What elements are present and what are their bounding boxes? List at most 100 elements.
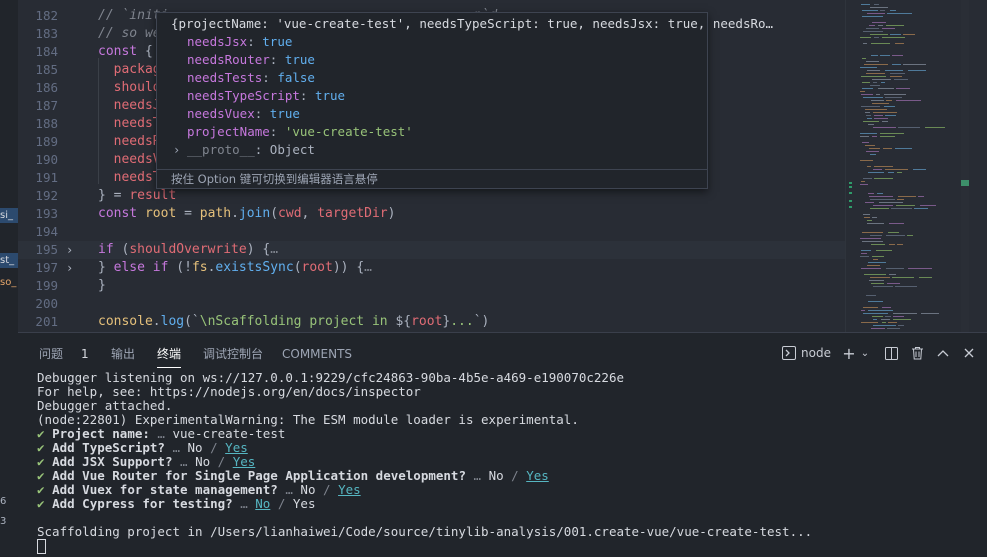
explorer-item[interactable]: si_ [0, 208, 18, 223]
minimap-stroke [876, 250, 892, 251]
add-terminal-icon[interactable]: + [841, 344, 857, 363]
minimap-stroke [868, 193, 874, 194]
terminal-prompt-line[interactable] [37, 539, 977, 554]
minimap-stroke [870, 208, 889, 209]
minimap-stroke [887, 328, 900, 329]
property-value: false [277, 70, 315, 85]
code-line[interactable]: 192} = result [18, 187, 863, 205]
expand-arrow-icon[interactable]: › [173, 141, 180, 159]
minimap-stroke [885, 97, 902, 98]
terminal-line: ✔ Add Vue Router for Single Page Applica… [37, 468, 549, 483]
minimap-stroke [866, 115, 871, 116]
minimap-stroke [887, 13, 912, 14]
minimap-stroke [861, 250, 871, 251]
hover-property-row[interactable]: needsTests: false [187, 69, 315, 87]
minimap-stroke [881, 82, 885, 83]
minimap-stroke [880, 136, 895, 137]
editor-scrollbar[interactable] [961, 0, 969, 332]
minimap-stroke [919, 277, 932, 278]
hover-property-row[interactable]: needsJsx: true [187, 33, 292, 51]
minimap-stroke [885, 70, 903, 71]
hover-footer-hint: 按住 Option 键可切换到编辑器语言悬停 [171, 172, 378, 186]
minimap-change-marker [849, 182, 852, 184]
terminal-output[interactable]: Debugger listening on ws://127.0.0.1:922… [37, 371, 977, 554]
property-key: needsJsx [187, 34, 248, 49]
code-line[interactable]: 197 ›} else if (!fs.existsSync(root)) {… [18, 259, 863, 277]
minimap-stroke [862, 82, 870, 83]
hover-property-row[interactable]: needsRouter: true [187, 51, 315, 69]
minimap-stroke [861, 310, 865, 311]
terminal-line: (node:22801) ExperimentalWarning: The ES… [37, 412, 579, 427]
fold-chevron-icon[interactable]: › [66, 259, 73, 277]
tab-debug-console[interactable]: 调试控制台 [203, 346, 263, 362]
minimap-stroke [889, 274, 896, 275]
code-line[interactable]: 199} [18, 277, 863, 295]
tab-comments[interactable]: COMMENTS [282, 346, 352, 362]
minimap-stroke [880, 10, 885, 11]
minimap-stroke [861, 181, 865, 182]
terminal-name[interactable]: node [801, 346, 831, 360]
tab-terminal[interactable]: 终端 [157, 346, 182, 368]
minimap-stroke [883, 148, 892, 149]
minimap-stroke [860, 136, 869, 137]
minimap-stroke [893, 313, 917, 314]
minimap-stroke [896, 205, 915, 206]
minimap-stroke [873, 319, 877, 320]
minimap-stroke [872, 22, 886, 23]
code-line[interactable]: 193 const root = path.join(cwd, targetDir… [18, 205, 863, 223]
minimap[interactable] [845, 0, 962, 332]
line-number: 189 [35, 134, 58, 149]
minimap-stroke [895, 286, 917, 287]
code-line[interactable]: 201 console.log(`\nScaffolding project in… [18, 313, 863, 331]
minimap-stroke [868, 172, 884, 173]
split-terminal-icon[interactable] [883, 345, 899, 361]
tab-problems[interactable]: 问题 1 [39, 346, 89, 362]
minimap-stroke [863, 178, 872, 179]
minimap-stroke [867, 166, 871, 167]
minimap-stroke [871, 43, 890, 44]
terminal-cursor [37, 539, 46, 554]
explorer-item[interactable]: 6 [0, 494, 18, 509]
explorer-item[interactable]: 3 [0, 514, 18, 529]
code-line[interactable]: 200 [18, 295, 863, 313]
debug-hover-widget[interactable]: {projectName: 'vue-create-test', needsTy… [156, 12, 773, 189]
chevron-down-icon[interactable]: ⌄ [857, 345, 873, 361]
minimap-stroke [895, 148, 912, 149]
hover-property-row[interactable]: projectName: 'vue-create-test' [187, 123, 413, 141]
minimap-stroke [884, 94, 906, 95]
code-text: // so we [98, 26, 161, 41]
trash-icon[interactable] [909, 345, 925, 361]
minimap-stroke [862, 16, 883, 17]
minimap-stroke [892, 55, 903, 56]
minimap-stroke [860, 160, 873, 161]
minimap-stroke [866, 151, 879, 152]
minimap-stroke [863, 313, 888, 314]
close-icon[interactable] [961, 345, 977, 361]
minimap-stroke [862, 142, 869, 143]
chevron-up-icon[interactable] [935, 345, 951, 361]
hover-property-row[interactable]: needsTypeScript: true [187, 87, 345, 105]
indent-guide [98, 58, 99, 184]
hover-property-row[interactable]: needsVuex: true [187, 105, 300, 123]
tab-output[interactable]: 输出 [111, 346, 135, 362]
minimap-stroke [874, 4, 879, 5]
minimap-stroke [886, 268, 904, 269]
minimap-stroke [870, 154, 876, 155]
problems-count-badge: 1 [81, 347, 89, 361]
explorer-item[interactable]: st_ [0, 253, 18, 268]
property-key: projectName [187, 124, 270, 139]
minimap-stroke [892, 64, 901, 65]
code-line[interactable]: 194 [18, 223, 863, 241]
code-line[interactable]: 195 › if (shouldOverwrite) {… [18, 241, 863, 259]
minimap-stroke [872, 316, 883, 317]
line-number: 190 [35, 152, 58, 167]
line-number: 193 [35, 206, 58, 221]
minimap-stroke [896, 88, 910, 89]
proto-key: __proto__ [187, 142, 255, 157]
hover-proto-row[interactable]: __proto__: Object [187, 141, 315, 159]
minimap-stroke [874, 178, 893, 179]
fold-chevron-icon[interactable]: › [66, 241, 73, 259]
explorer-item[interactable]: so_ [0, 275, 18, 290]
terminal-line: ✔ Add Cypress for testing? … No / Yes [37, 496, 316, 511]
minimap-stroke [898, 325, 904, 326]
